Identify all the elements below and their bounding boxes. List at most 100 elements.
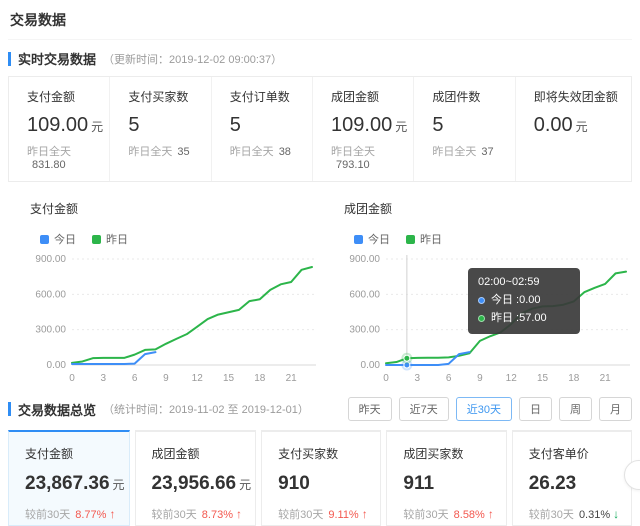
overview-card-label: 支付买家数 xyxy=(278,447,339,461)
yesterday-swatch-icon xyxy=(406,234,415,244)
stat-unit: 元 xyxy=(91,120,104,134)
overview-card-label: 支付客单价 xyxy=(528,447,589,461)
tab-week[interactable]: 周 xyxy=(559,397,592,421)
realtime-section-header: 实时交易数据 （更新时间：2019-12-02 09:00:37） xyxy=(8,49,632,68)
stat-label: 支付金额 xyxy=(27,90,76,104)
overview-card-pay-amount[interactable]: 支付金额 23,867.36 元 较前30天 8.77% ↑ xyxy=(8,430,130,526)
tab-day[interactable]: 日 xyxy=(519,397,552,421)
svg-text:600.00: 600.00 xyxy=(349,289,380,300)
svg-text:0.00: 0.00 xyxy=(47,360,67,371)
overview-card-value: 910 xyxy=(278,473,310,494)
tab-month[interactable]: 月 xyxy=(599,397,632,421)
chart-legend: 今日 昨日 xyxy=(354,231,634,247)
compare-pct: 8.77% xyxy=(75,509,107,521)
stat-unit: 元 xyxy=(575,120,588,134)
stat-yesterday-label: 昨日全天 xyxy=(432,146,477,158)
legend-item-yesterday[interactable]: 昨日 xyxy=(92,231,128,247)
overview-card-pay-buyers[interactable]: 支付买家数 910 较前30天 9.11% ↑ xyxy=(261,430,382,526)
svg-text:0: 0 xyxy=(69,373,75,384)
legend-item-today[interactable]: 今日 xyxy=(40,231,76,247)
pay-amount-line-chart[interactable]: 0.00 300.00 600.00 900.00 0 3 6 9 12 15 18 21 xyxy=(30,251,320,391)
stat-yesterday-label: 昨日全天 xyxy=(331,146,376,158)
overview-card-avg-order-value[interactable]: 支付客单价 26.23 较前30天 0.31% ↓ xyxy=(511,430,632,526)
svg-text:15: 15 xyxy=(223,373,235,384)
today-swatch-icon xyxy=(40,234,49,244)
tab-yesterday[interactable]: 昨天 xyxy=(347,397,392,421)
chart-tooltip: 02:00~02:59 今日 : 0.00 昨日 : 57.00 xyxy=(468,268,580,334)
overview-card-value: 23,956.66 xyxy=(151,473,237,494)
compare-pct: 9.11% xyxy=(328,509,359,521)
stat-yesterday-value: 831.80 xyxy=(32,159,66,171)
tooltip-today-label: 今日 : xyxy=(491,294,520,307)
svg-text:300.00: 300.00 xyxy=(35,325,66,336)
trend-up-arrow-icon: ↑ xyxy=(109,507,116,521)
legend-label-yesterday: 昨日 xyxy=(106,234,128,246)
overview-card-unit: 元 xyxy=(112,478,125,492)
svg-text:18: 18 xyxy=(568,373,580,384)
legend-label-today: 今日 xyxy=(54,234,76,246)
overview-section-header: 交易数据总览 （统计时间：2019-11-02 至 2019-12-01） 昨天… xyxy=(8,397,632,421)
svg-text:0: 0 xyxy=(383,373,389,384)
legend-item-yesterday[interactable]: 昨日 xyxy=(406,231,442,247)
stat-card-group-items: 成团件数 5 昨日全天 37 xyxy=(414,77,516,181)
tooltip-yesterday-dot-icon xyxy=(478,315,485,323)
legend-item-today[interactable]: 今日 xyxy=(354,231,390,247)
stat-yesterday-label: 昨日全天 xyxy=(27,146,71,158)
stat-card-group-amount: 成团金额 109.00 元 昨日全天793.10 xyxy=(313,77,415,181)
compare-pct: 0.31% xyxy=(578,509,611,521)
svg-text:12: 12 xyxy=(192,373,204,384)
overview-card-value: 26.23 xyxy=(528,473,577,494)
tooltip-yesterday-value: 57.00 xyxy=(519,312,547,325)
svg-text:12: 12 xyxy=(506,373,518,384)
stat-label: 支付买家数 xyxy=(128,90,189,104)
svg-text:900.00: 900.00 xyxy=(35,254,66,265)
dashboard-page: 交易数据 实时交易数据 （更新时间：2019-12-02 09:00:37） 支… xyxy=(0,0,640,526)
stat-value: 109.00 xyxy=(331,114,393,136)
tab-last7days[interactable]: 近7天 xyxy=(398,397,449,421)
period-tab-group: 昨天 近7天 近30天 日 周 月 xyxy=(347,397,632,421)
compare-label: 较前30天 xyxy=(151,509,197,521)
overview-card-label: 成团买家数 xyxy=(403,447,464,461)
realtime-stat-row: 支付金额 109.00 元 昨日全天831.80 支付买家数 5 昨日全天 35 支… xyxy=(8,76,632,182)
overview-card-unit: 元 xyxy=(239,478,252,492)
compare-pct: 8.73% xyxy=(201,509,233,521)
svg-text:900.00: 900.00 xyxy=(349,254,380,265)
compare-label: 较前30天 xyxy=(25,509,71,521)
svg-text:9: 9 xyxy=(477,373,483,384)
svg-text:9: 9 xyxy=(163,373,169,384)
svg-text:300.00: 300.00 xyxy=(349,325,380,336)
svg-text:21: 21 xyxy=(600,373,612,384)
page-title: 交易数据 xyxy=(8,0,632,40)
today-swatch-icon xyxy=(354,234,363,244)
svg-text:600.00: 600.00 xyxy=(35,289,66,300)
yesterday-swatch-icon xyxy=(92,234,101,244)
chart-panel-group-amount: 成团金额 今日 昨日 0.00 300.00 600.00 900.00 0 3 6 9 12 1… xyxy=(322,194,636,391)
tab-last30days[interactable]: 近30天 xyxy=(455,397,512,421)
stat-value: 5 xyxy=(432,114,444,136)
overview-card-group-buyers[interactable]: 成团买家数 911 较前30天 8.58% ↑ xyxy=(386,430,507,526)
stat-value: 5 xyxy=(128,114,140,136)
charts-row: 支付金额 今日 昨日 0.00 300.00 600.00 900.00 0 3 6 9 12 1… xyxy=(8,194,632,391)
legend-label-yesterday: 昨日 xyxy=(420,234,442,246)
trend-up-arrow-icon: ↑ xyxy=(236,507,242,521)
section-accent-bar xyxy=(8,51,11,66)
stat-yesterday-value: 793.10 xyxy=(336,159,370,171)
compare-label: 较前30天 xyxy=(528,509,574,521)
overview-card-label: 成团金额 xyxy=(151,447,200,461)
stat-card-expiring-group-amount: 即将失效团金额 0.00 元 xyxy=(516,77,631,181)
chart-panel-pay-amount: 支付金额 今日 昨日 0.00 300.00 600.00 900.00 0 3 6 9 12 1… xyxy=(8,194,322,391)
realtime-section-title: 实时交易数据 xyxy=(18,52,97,67)
svg-text:15: 15 xyxy=(537,373,549,384)
trend-down-arrow-icon: ↓ xyxy=(613,507,620,521)
stat-yesterday-value: 35 xyxy=(177,146,190,158)
overview-card-group-amount[interactable]: 成团金额 23,956.66 元 较前30天 8.73% ↑ xyxy=(134,430,257,526)
compare-label: 较前30天 xyxy=(278,509,324,521)
overview-card-label: 支付金额 xyxy=(25,447,74,461)
overview-card-row: 支付金额 23,867.36 元 较前30天 8.77% ↑ 成团金额 23,956.… xyxy=(8,430,640,526)
compare-label: 较前30天 xyxy=(403,509,449,521)
stat-card-pay-orders: 支付订单数 5 昨日全天 38 xyxy=(212,77,314,181)
stat-value: 109.00 xyxy=(27,114,89,136)
stat-card-pay-amount: 支付金额 109.00 元 昨日全天831.80 xyxy=(9,77,111,181)
chart-title: 支付金额 xyxy=(30,202,79,216)
stat-yesterday-label: 昨日全天 xyxy=(229,146,274,158)
